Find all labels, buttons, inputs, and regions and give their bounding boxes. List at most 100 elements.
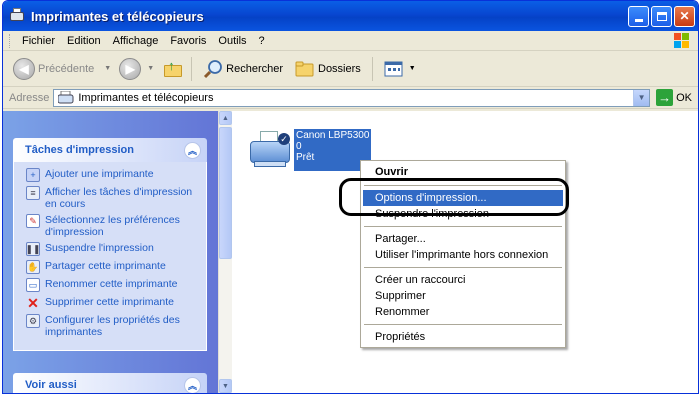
close-icon: ✕ (679, 9, 690, 23)
rename-icon: ▭ (26, 278, 40, 292)
menu-item-share[interactable]: Partager... (363, 231, 563, 247)
minimize-icon (634, 18, 643, 22)
task-pane-scrollbar[interactable]: ▲ ▼ (218, 111, 232, 393)
task-properties[interactable]: ⚙ Configurer les propriétés des impriman… (26, 314, 200, 338)
share-printer-icon: ✋ (26, 260, 40, 274)
forward-button[interactable]: ▶ (119, 57, 142, 80)
folders-label: Dossiers (318, 62, 361, 75)
menu-help[interactable]: ? (253, 35, 271, 47)
chevron-up-double-icon: ︽ (187, 145, 197, 156)
task-pause[interactable]: ❚❚ Suspendre l'impression (25, 242, 200, 256)
back-label: Précédente (38, 62, 95, 75)
task-share[interactable]: ✋ Partager cette imprimante (26, 260, 200, 274)
maximize-icon (656, 11, 667, 21)
menu-edit[interactable]: Edition (61, 35, 107, 47)
task-delete[interactable]: ✕ Supprimer cette imprimante (26, 296, 200, 310)
windows-logo-icon (674, 33, 690, 49)
menu-file[interactable]: Fichier (16, 35, 61, 47)
task-label: Renommer cette imprimante (45, 278, 178, 290)
task-preferences[interactable]: ✎ Sélectionnez les préférences d'impress… (26, 214, 200, 238)
forward-arrow-icon: ▶ (125, 61, 135, 76)
menu-tools[interactable]: Outils (212, 35, 252, 47)
close-button[interactable]: ✕ (674, 5, 695, 27)
back-arrow-icon: ◀ (13, 57, 35, 80)
task-add-printer[interactable]: + Ajouter une imprimante (26, 168, 200, 182)
scroll-down-button[interactable]: ▼ (219, 379, 232, 393)
menu-favorites[interactable]: Favoris (164, 35, 212, 47)
menu-item-properties[interactable]: Propriétés (363, 329, 563, 345)
task-pane: Tâches d'impression ︽ + Ajouter une impr… (3, 111, 218, 393)
menu-item-delete[interactable]: Supprimer (363, 288, 563, 304)
highlight-annotation (339, 178, 569, 216)
collapse-button[interactable]: ︽ (184, 141, 201, 159)
default-printer-check-icon: ✓ (278, 133, 290, 145)
printer-folder-icon (9, 8, 25, 24)
maximize-button[interactable] (651, 5, 672, 27)
views-button[interactable]: ▼ (380, 60, 424, 78)
print-tasks-header[interactable]: Tâches d'impression ︽ (13, 138, 207, 162)
up-folder-button[interactable]: ↑ (162, 58, 184, 80)
chevron-up-double-icon: ︽ (187, 380, 197, 391)
scroll-up-button[interactable]: ▲ (219, 111, 232, 125)
menu-item-create-shortcut[interactable]: Créer un raccourci (363, 272, 563, 288)
search-button[interactable]: Rechercher (199, 59, 287, 79)
task-print-queue[interactable]: ≡ Afficher les tâches d'impression en co… (26, 186, 200, 210)
pause-printer-icon: ❚❚ (25, 242, 41, 256)
back-dropdown-icon[interactable]: ▼ (104, 65, 111, 72)
minimize-button[interactable] (628, 5, 649, 27)
go-button[interactable]: → OK (650, 89, 698, 106)
content-area: Tâches d'impression ︽ + Ajouter une impr… (3, 111, 698, 393)
print-tasks-panel: Tâches d'impression ︽ + Ajouter une impr… (13, 138, 207, 351)
address-bar: Adresse Imprimantes et télécopieurs ▼ → … (3, 87, 698, 109)
printer-job-count: 0 (296, 141, 302, 152)
search-label: Rechercher (226, 62, 283, 75)
print-queue-icon: ≡ (26, 186, 40, 200)
add-printer-icon: + (26, 168, 40, 182)
properties-icon: ⚙ (26, 314, 40, 328)
menu-item-use-offline[interactable]: Utiliser l'imprimante hors connexion (363, 247, 563, 263)
task-label: Supprimer cette imprimante (45, 296, 174, 308)
menu-item-rename[interactable]: Renommer (363, 304, 563, 320)
printer-icon: ✓ (248, 129, 294, 171)
toolbar-separator-2 (371, 56, 373, 81)
go-label: OK (676, 91, 692, 104)
address-label: Adresse (9, 91, 50, 104)
see-also-panel: Voir aussi ︽ (13, 373, 207, 393)
task-label: Suspendre l'impression (45, 242, 154, 254)
menu-separator (364, 267, 562, 268)
menubar-grip[interactable] (9, 33, 12, 48)
printer-folder-icon (58, 90, 74, 103)
see-also-header[interactable]: Voir aussi ︽ (13, 373, 207, 393)
title-bar[interactable]: Imprimantes et télécopieurs ✕ (3, 1, 698, 31)
preferences-icon: ✎ (26, 214, 40, 228)
task-label: Partager cette imprimante (45, 260, 166, 272)
chevron-down-icon: ▼ (637, 93, 646, 102)
printer-item-canon[interactable]: ✓ Canon LBP5300 0 Prêt (248, 129, 372, 171)
address-input[interactable]: Imprimantes et télécopieurs ▼ (53, 88, 651, 107)
chevron-up-icon: ▲ (222, 114, 229, 122)
menu-view[interactable]: Affichage (107, 35, 165, 47)
forward-dropdown-icon[interactable]: ▼ (147, 65, 154, 72)
chevron-down-icon: ▼ (222, 382, 229, 390)
search-icon (204, 59, 223, 78)
task-rename[interactable]: ▭ Renommer cette imprimante (26, 278, 200, 292)
print-tasks-body: + Ajouter une imprimante ≡ Afficher les … (13, 162, 207, 351)
printer-status: Prêt (296, 152, 315, 163)
folders-button[interactable]: Dossiers (291, 60, 365, 78)
folders-icon (295, 61, 314, 76)
task-label: Ajouter une imprimante (45, 168, 154, 180)
delete-icon: ✕ (27, 295, 39, 311)
menu-separator (364, 324, 562, 325)
scroll-thumb[interactable] (219, 127, 232, 259)
up-arrow-icon: ↑ (168, 57, 175, 73)
views-icon (384, 61, 403, 76)
collapse-button[interactable]: ︽ (184, 376, 201, 393)
address-value: Imprimantes et télécopieurs (78, 91, 214, 104)
back-button[interactable]: ◀ Précédente (9, 57, 98, 80)
file-view: ✓ Canon LBP5300 0 Prêt Ouvrir Options d'… (232, 111, 698, 393)
address-dropdown-button[interactable]: ▼ (633, 89, 650, 106)
print-tasks-title: Tâches d'impression (25, 144, 134, 156)
printer-name: Canon LBP5300 (296, 130, 370, 141)
task-label: Configurer les propriétés des imprimante… (45, 314, 180, 338)
window-title: Imprimantes et télécopieurs (31, 8, 204, 24)
